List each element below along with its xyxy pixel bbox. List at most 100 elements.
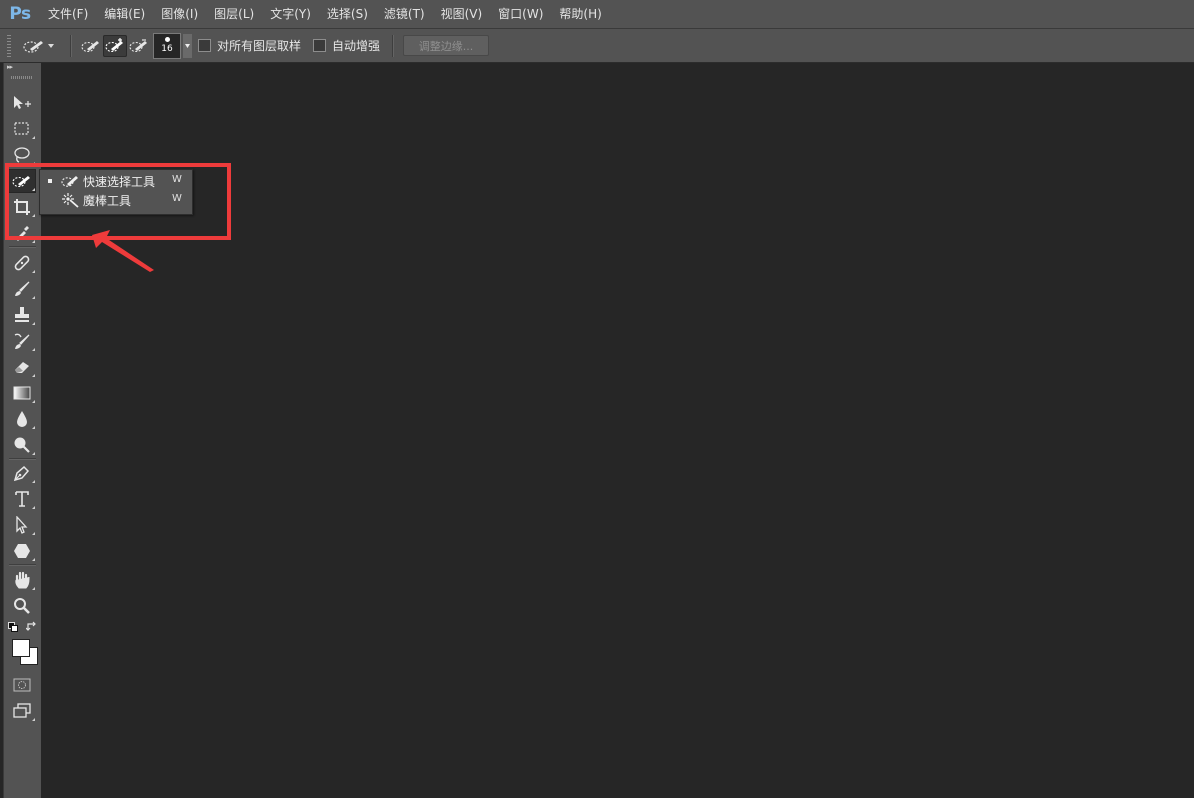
stamp-icon [15,307,29,322]
brush-size-value: 16 [161,44,173,54]
type-tool[interactable] [8,487,36,511]
default-colors-icon[interactable] [8,622,18,632]
submenu-indicator [32,296,35,299]
menu-edit[interactable]: 编辑(E) [96,0,153,28]
brush-picker[interactable]: 16 [153,32,192,59]
auto-enhance-label: 自动增强 [332,39,381,53]
menu-bar: Ps 文件(F) 编辑(E) 图像(I) 图层(L) 文字(Y) 选择(S) 滤… [0,0,1194,29]
options-bar-grip[interactable] [7,34,11,57]
menu-select[interactable]: 选择(S) [319,0,376,28]
lasso-icon [14,147,30,163]
tools-separator [9,458,36,459]
selection-tool-flyout: 快速选择工具 W 魔棒工具 W [39,169,193,215]
move-tool[interactable] [8,91,36,115]
active-tool-bullet [48,179,52,183]
eyedropper-tool[interactable] [8,221,36,245]
pen-tool[interactable] [8,461,36,485]
quick-selection-icon [23,40,43,53]
hand-icon [15,571,30,589]
brush-icon [15,281,30,296]
foreground-color-swatch[interactable] [12,639,30,657]
submenu-indicator [32,480,35,483]
new-selection-button[interactable] [79,35,103,57]
submenu-indicator [32,374,35,377]
rectangular-marquee-tool[interactable] [8,117,36,141]
menu-image[interactable]: 图像(I) [153,0,206,28]
subtract-from-selection-button[interactable] [127,35,151,57]
flyout-item-shortcut: W [172,174,182,185]
expand-panel-icon[interactable]: ▸▸ [7,63,13,71]
move-icon [14,96,31,109]
brush-tool[interactable] [8,277,36,301]
path-selection-icon [16,516,28,534]
add-to-selection-button[interactable] [103,34,127,57]
brush-tip-icon [164,37,170,42]
menu-window[interactable]: 窗口(W) [490,0,551,28]
options-bar: 16 对所有图层取样 自动增强 调整边缘... [0,29,1194,63]
submenu-indicator [32,400,35,403]
sample-all-layers-option[interactable]: 对所有图层取样 [198,37,301,54]
auto-enhance-option[interactable]: 自动增强 [313,37,380,54]
menu-filter[interactable]: 滤镜(T) [376,0,433,28]
crop-tool[interactable] [8,195,36,219]
new-selection-icon [81,40,99,52]
ps-logo: Ps [9,4,31,24]
submenu-indicator [32,532,35,535]
dodge-tool[interactable] [8,433,36,457]
tools-separator [9,246,36,247]
submenu-indicator [32,506,35,509]
submenu-indicator [32,348,35,351]
flyout-item-quick-selection[interactable]: 快速选择工具 W [40,171,192,190]
flyout-item-label: 快速选择工具 [83,175,156,189]
bandage-icon [14,255,30,271]
submenu-indicator [32,558,35,561]
submenu-indicator [32,426,35,429]
eraser-icon [15,362,29,373]
shape-tool[interactable] [8,539,36,563]
sample-all-layers-checkbox[interactable] [198,39,211,52]
flyout-item-shortcut: W [172,193,182,204]
tools-separator [9,564,36,565]
quick-mask-button[interactable] [8,673,36,697]
submenu-indicator [32,214,35,217]
options-separator [392,34,394,57]
marquee-icon [14,122,29,135]
flyout-item-magic-wand[interactable]: 魔棒工具 W [40,190,192,209]
brush-picker-dropdown[interactable] [183,33,192,58]
menu-type[interactable]: 文字(Y) [262,0,319,28]
menu-layer[interactable]: 图层(L) [206,0,262,28]
dodge-icon [14,437,30,453]
history-brush-icon [14,333,30,349]
screen-mode-button[interactable] [8,699,36,723]
brush-preview[interactable]: 16 [153,32,181,59]
gradient-tool[interactable] [8,381,36,405]
swap-colors-icon[interactable] [26,621,38,633]
subtract-from-selection-icon [129,38,147,52]
menu-file[interactable]: 文件(F) [40,0,96,28]
auto-enhance-checkbox[interactable] [313,39,327,52]
crop-icon [14,199,30,215]
submenu-indicator [32,718,35,721]
screen-mode-icon [13,703,31,718]
spot-healing-brush-tool[interactable] [8,251,36,275]
document-canvas-area[interactable] [41,63,1194,798]
blur-tool[interactable] [8,407,36,431]
zoom-tool[interactable] [8,594,36,618]
tools-panel-header: ▸▸ [4,63,41,73]
tools-panel-grip[interactable] [11,76,33,79]
lasso-tool[interactable] [8,143,36,167]
menu-help[interactable]: 帮助(H) [551,0,609,28]
chevron-down-icon [48,43,54,48]
clone-stamp-tool[interactable] [8,303,36,327]
eraser-tool[interactable] [8,355,36,379]
submenu-indicator [32,162,35,165]
path-selection-tool[interactable] [8,513,36,537]
history-brush-tool[interactable] [8,329,36,353]
hand-tool[interactable] [8,568,36,592]
refine-edge-button[interactable]: 调整边缘... [403,35,490,56]
quick-selection-tool[interactable] [8,169,36,193]
chevron-down-icon [185,43,190,48]
tool-preset-picker[interactable] [23,38,54,54]
menu-view[interactable]: 视图(V) [433,0,491,28]
type-icon [15,491,29,507]
